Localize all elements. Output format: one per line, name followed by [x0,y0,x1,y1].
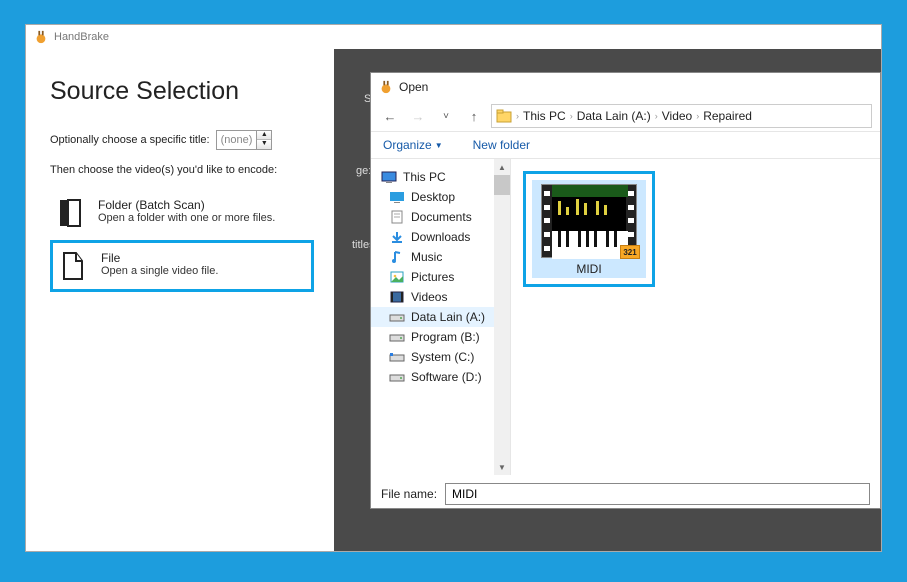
scroll-up-icon[interactable]: ▲ [494,159,510,175]
tree-item-drive-d[interactable]: Software (D:) [371,367,510,387]
chevron-down-icon: ▼ [435,141,443,150]
folder-title: Folder (Batch Scan) [98,198,275,212]
breadcrumb-item[interactable]: Repaired [703,109,752,123]
organize-button[interactable]: Organize ▼ [383,138,443,152]
file-item-midi[interactable]: 321 MIDI [523,171,655,287]
scroll-thumb[interactable] [494,175,510,195]
titlebar: HandBrake [26,25,881,49]
drive-icon [389,330,405,344]
source-selection-heading: Source Selection [50,77,314,106]
source-selection-panel: Source Selection Optionally choose a spe… [26,49,334,551]
nav-back-icon[interactable]: ← [379,105,401,127]
tree-item-videos[interactable]: Videos [371,287,510,307]
title-label: Optionally choose a specific title: [50,134,210,146]
videos-icon [389,290,405,304]
filename-input[interactable] [445,483,870,505]
file-source-option[interactable]: File Open a single video file. [50,240,314,292]
tree-item-pictures[interactable]: Pictures [371,267,510,287]
midi-visual-icon [552,185,628,259]
dialog-app-icon [379,80,393,94]
dialog-titlebar: Open [371,73,880,101]
pictures-icon [389,270,405,284]
nav-up-icon[interactable]: ↑ [463,105,485,127]
encode-label: Then choose the video(s) you'd like to e… [50,164,314,176]
app-title: HandBrake [54,31,109,43]
tree-item-music[interactable]: Music [371,247,510,267]
video-thumbnail: 321 [541,184,637,258]
tree-item-desktop[interactable]: Desktop [371,187,510,207]
breadcrumb-item[interactable]: Video› [662,109,699,123]
chevron-right-icon: › [696,111,699,121]
tree-item-drive-a[interactable]: Data Lain (A:) [371,307,510,327]
tree-scrollbar[interactable]: ▲ ▼ [494,159,510,475]
folder-root-icon [496,109,512,123]
pc-icon [381,170,397,184]
file-list: 321 MIDI [511,159,880,475]
breadcrumb-item[interactable]: This PC› [523,109,573,123]
dialog-title: Open [399,80,428,94]
player-badge-icon: 321 [620,245,640,259]
tree-item-downloads[interactable]: Downloads [371,227,510,247]
tree-item-drive-c[interactable]: System (C:) [371,347,510,367]
title-spinner[interactable]: (none) ▲ ▼ [216,130,273,150]
drive-icon [389,370,405,384]
music-icon [389,250,405,264]
dim-label-ge: ge: [356,165,371,177]
document-icon [389,210,405,224]
tree-item-drive-b[interactable]: Program (B:) [371,327,510,347]
filename-label: File name: [381,487,437,501]
drive-icon [389,310,405,324]
folder-desc: Open a folder with one or more files. [98,212,275,224]
spinner-down-icon[interactable]: ▼ [257,140,271,149]
nav-history-icon[interactable]: ˅ [435,105,457,127]
chevron-right-icon: › [655,111,658,121]
file-desc: Open a single video file. [101,265,218,277]
nav-forward-icon: → [407,105,429,127]
new-folder-button[interactable]: New folder [473,138,530,152]
chevron-right-icon: › [516,111,519,121]
spinner-up-icon[interactable]: ▲ [257,131,271,140]
scroll-down-icon[interactable]: ▼ [494,459,510,475]
tree-item-documents[interactable]: Documents [371,207,510,227]
breadcrumb-item[interactable]: Data Lain (A:)› [577,109,658,123]
folder-source-option[interactable]: Folder (Batch Scan) Open a folder with o… [56,192,314,234]
spinner-value: (none) [217,131,257,149]
folder-tree: This PC Desktop Documents Downloads Musi… [371,159,511,475]
chevron-right-icon: › [570,111,573,121]
drive-icon [389,350,405,364]
folder-icon [58,198,82,228]
file-title: File [101,251,218,265]
file-icon [61,251,85,281]
tree-root[interactable]: This PC [371,167,510,187]
handbrake-logo-icon [34,30,48,44]
desktop-icon [389,190,405,204]
file-open-dialog: Open ← → ˅ ↑ › This PC› Data Lain (A:)› … [370,72,881,509]
file-label: MIDI [536,262,642,276]
download-icon [389,230,405,244]
breadcrumb-bar[interactable]: › This PC› Data Lain (A:)› Video› Repair… [491,104,872,128]
